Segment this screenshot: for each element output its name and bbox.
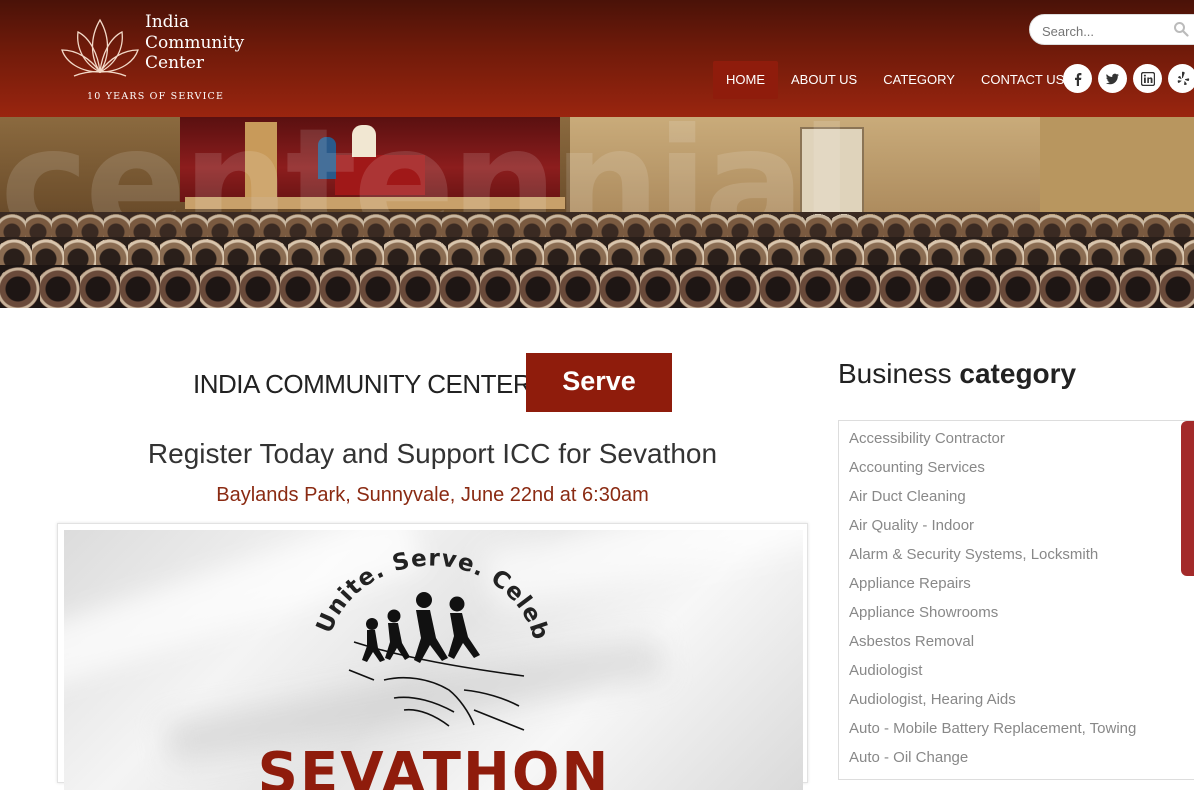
yelp-icon[interactable] [1168,64,1194,93]
logo-line-3: Center [145,53,205,73]
category-list-box[interactable]: Accessibility Contractor Accounting Serv… [838,420,1194,780]
nav-home[interactable]: HOME [713,61,778,99]
social-links [1063,64,1194,93]
category-item[interactable]: Appliance Showrooms [849,598,1194,627]
category-item[interactable]: Audiologist [849,656,1194,685]
logo-wordmark: India Community Center [145,12,244,74]
sevathon-logo: Unite. Serve. Celebrate. SEVATHON [64,530,611,790]
category-item[interactable]: Asbestos Removal [849,627,1194,656]
category-item[interactable]: Air Quality - Indoor [849,511,1194,540]
category-item[interactable]: Air Duct Cleaning [849,482,1194,511]
page-title: INDIA COMMUNITY CENTER [193,369,532,399]
register-headline: Register Today and Support ICC for Sevat… [147,438,718,469]
nav-category[interactable]: CATEGORY [870,61,968,99]
category-item[interactable]: Accessibility Contractor [849,424,1194,453]
category-item[interactable]: Accounting Services [849,453,1194,482]
nav-about-us[interactable]: ABOUT US [778,61,870,99]
svg-text:Unite. Serve. Celebrate.: Unite. Serve. Celebrate. [64,530,554,644]
category-list: Accessibility Contractor Accounting Serv… [839,421,1194,772]
search-input[interactable] [1040,20,1174,42]
main-nav: HOME ABOUT US CATEGORY CONTACT US [713,61,1077,99]
poster-wordmark: SEVATHON [258,741,611,790]
category-item[interactable]: Audiologist, Hearing Aids [849,685,1194,714]
category-item[interactable]: Alarm & Security Systems, Locksmith [849,540,1194,569]
twitter-icon[interactable] [1098,64,1127,93]
category-item[interactable]: Auto - Mobile Battery Replacement, Towin… [849,714,1194,743]
lotus-logo-icon [61,18,139,77]
search-icon[interactable] [1173,21,1189,37]
poster-image: Unite. Serve. Celebrate. SEVATHON [64,530,803,790]
category-item[interactable]: Auto - Oil Change [849,743,1194,772]
search-box [1029,14,1194,45]
facebook-icon[interactable] [1063,64,1092,93]
category-scrollbar[interactable] [1181,421,1194,576]
event-location: Baylands Park, Sunnyvale, June 22nd at 6… [216,484,649,506]
logo-tagline: 10 YEARS OF SERVICE [87,91,225,102]
category-item[interactable]: Appliance Repairs [849,569,1194,598]
logo-line-1: India [145,12,190,32]
site-logo[interactable]: India Community Center 10 YEARS OF SERVI… [60,10,250,102]
nav-contact-us[interactable]: CONTACT US [968,61,1077,99]
linkedin-icon[interactable] [1133,64,1162,93]
poster-arc-text: Unite. Serve. Celebrate. [64,530,553,644]
sidebar-title: Business category [838,358,1076,390]
sidebar-title-bold: category [959,358,1077,389]
sidebar-title-light: Business [838,358,952,389]
hero-banner-image: centennial [0,117,1194,308]
site-header: India Community Center 10 YEARS OF SERVI… [0,0,1194,117]
logo-line-2: Community [145,32,245,53]
serve-highlight: Serve [526,353,672,412]
sevathon-poster[interactable]: Unite. Serve. Celebrate. SEVATHON [57,523,808,790]
